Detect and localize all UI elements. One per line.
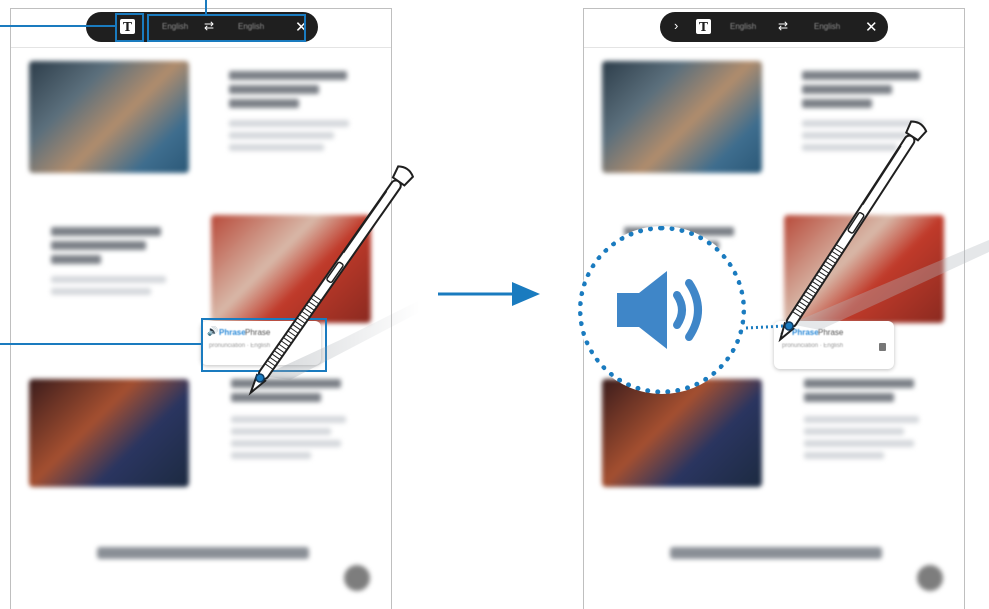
text-mode-icon: T [696, 19, 711, 34]
text-mode-button[interactable]: T [696, 19, 711, 34]
text-mode-callout-line [0, 25, 115, 27]
translate-toolbar-right: › T English ⇄ English ✕ [660, 12, 888, 42]
source-language-button[interactable]: English [730, 22, 756, 31]
scroll-top-button[interactable] [344, 565, 370, 591]
article-text-2[interactable] [51, 227, 181, 317]
article-text-3[interactable] [231, 379, 361, 489]
speaker-icon[interactable]: 🔊 [780, 326, 791, 337]
popup-callout [201, 318, 327, 372]
copy-icon[interactable] [879, 343, 886, 351]
language-callout [147, 14, 306, 42]
header-divider [11, 47, 391, 48]
article-thumbnail-1[interactable] [602, 61, 762, 173]
article-text-3[interactable] [804, 379, 934, 489]
expand-chevron-icon[interactable]: › [674, 18, 678, 33]
article-text-1[interactable] [229, 71, 359, 171]
footer-banner-text[interactable] [97, 547, 309, 559]
article-thumbnail-2[interactable] [784, 215, 944, 323]
header-divider [584, 47, 964, 48]
text-mode-callout [115, 13, 144, 42]
target-language-button[interactable]: English [814, 22, 840, 31]
footer-banner-text[interactable] [670, 547, 882, 559]
popup-detail: pronunciation · English [782, 343, 844, 349]
language-callout-line [205, 0, 207, 14]
article-thumbnail-1[interactable] [29, 61, 189, 173]
popup-translation: Phrase [818, 328, 844, 337]
popup-word: Phrase [792, 328, 819, 337]
article-thumbnail-3[interactable] [602, 379, 762, 487]
translation-popup[interactable]: 🔊 Phrase Phrase pronunciation · English [774, 321, 894, 369]
left-device-screen: 🔊 Phrase Phrase pronunciation · English [10, 8, 392, 609]
popup-callout-line [0, 343, 201, 345]
close-icon[interactable]: ✕ [865, 18, 878, 36]
article-text-1[interactable] [802, 71, 932, 171]
swap-languages-icon[interactable]: ⇄ [778, 19, 788, 33]
article-thumbnail-2[interactable] [211, 215, 371, 323]
article-thumbnail-3[interactable] [29, 379, 189, 487]
speaker-icon [617, 271, 702, 349]
scroll-top-button[interactable] [917, 565, 943, 591]
speaker-zoom-callout [578, 226, 746, 394]
